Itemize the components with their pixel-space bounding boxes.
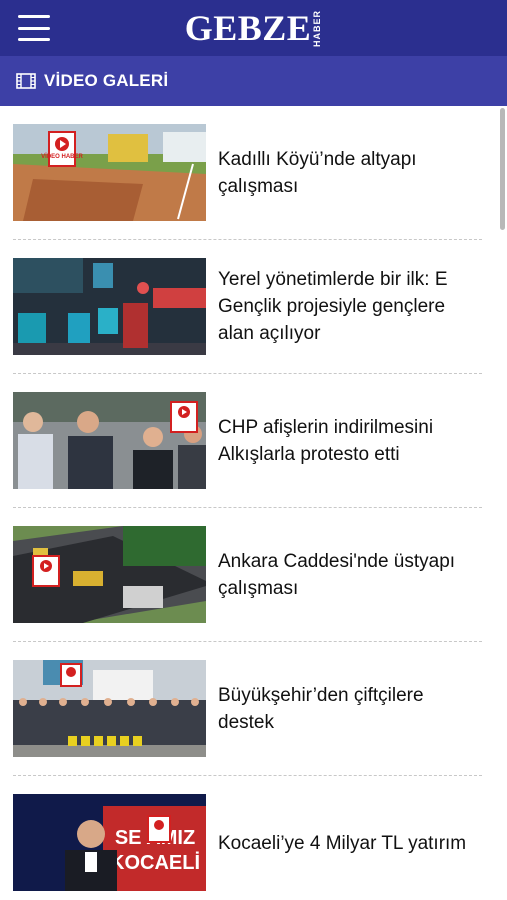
thumbnail-image (13, 258, 206, 355)
logo-text: GEBZE (184, 8, 312, 48)
section-title: VİDEO GALERİ (44, 71, 169, 90)
video-badge-icon (60, 663, 82, 687)
video-list: VİDEO HABER Kadıllı Köyü’nde altyapı çal… (0, 106, 495, 900)
video-title[interactable]: Kocaeli’ye 4 Milyar TL yatırım (218, 776, 482, 900)
video-badge-icon (147, 815, 171, 843)
video-title[interactable]: Yerel yönetimlerde bir ilk: E Gençlik pr… (218, 240, 482, 373)
video-thumbnail[interactable] (13, 526, 206, 623)
section-header: VİDEO GALERİ (0, 56, 507, 106)
site-logo[interactable]: GEBZEHABER (0, 6, 507, 50)
list-item[interactable]: Yerel yönetimlerde bir ilk: E Gençlik pr… (13, 240, 482, 374)
list-item[interactable]: Büyükşehir’den çiftçilere destek (13, 642, 482, 776)
list-item[interactable]: VİDEO HABER Kadıllı Köyü’nde altyapı çal… (13, 106, 482, 240)
video-badge-icon (32, 555, 60, 587)
video-title[interactable]: Kadıllı Köyü’nde altyapı çalışması (218, 106, 482, 239)
logo-subtext: HABER (312, 10, 323, 48)
thumbnail-image (13, 392, 206, 489)
list-item[interactable]: Ankara Caddesi'nde üstyapı çalışması (13, 508, 482, 642)
thumbnail-image: SE AMIZ KOCAELİ (13, 794, 206, 891)
list-item[interactable]: CHP afişlerin indirilmesini Alkışlarla p… (13, 374, 482, 508)
svg-text:KOCAELİ: KOCAELİ (110, 851, 200, 874)
video-title[interactable]: Büyükşehir’den çiftçilere destek (218, 642, 482, 775)
thumbnail-image: VİDEO HABER (13, 124, 206, 221)
video-thumbnail[interactable] (13, 258, 206, 355)
list-item[interactable]: SE AMIZ KOCAELİ Kocaeli’ye 4 Milyar TL y… (13, 776, 482, 900)
video-title[interactable]: Ankara Caddesi'nde üstyapı çalışması (218, 508, 482, 641)
film-icon (16, 73, 36, 89)
video-title[interactable]: CHP afişlerin indirilmesini Alkışlarla p… (218, 374, 482, 507)
thumbnail-image (13, 526, 206, 623)
top-navbar: GEBZEHABER (0, 0, 507, 56)
video-badge-label: VİDEO HABER (41, 153, 83, 160)
video-badge-icon (170, 401, 198, 433)
thumbnail-image (13, 660, 206, 757)
video-thumbnail[interactable] (13, 392, 206, 489)
video-thumbnail[interactable]: VİDEO HABER (13, 124, 206, 221)
video-thumbnail[interactable] (13, 660, 206, 757)
scrollbar[interactable] (500, 108, 505, 230)
video-thumbnail[interactable]: SE AMIZ KOCAELİ (13, 794, 206, 891)
